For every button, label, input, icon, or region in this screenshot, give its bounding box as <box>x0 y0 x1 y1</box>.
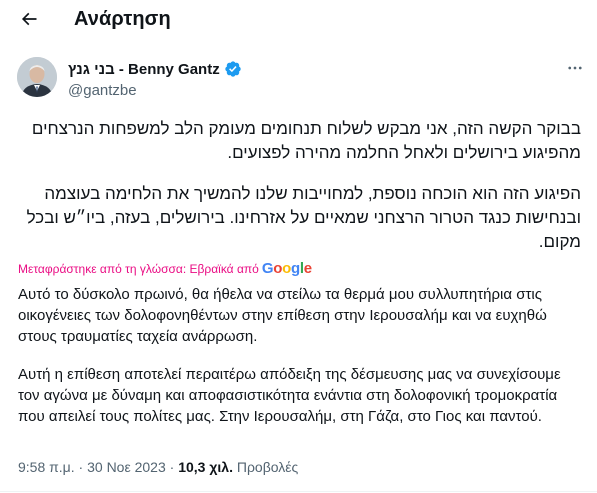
tweet-original-paragraph-1: בבוקר הקשה הזה, אני מבקש לשלוח תנחומים מ… <box>31 119 581 162</box>
meta-separator: · <box>74 459 88 475</box>
translation-notice[interactable]: Μεταφράστηκε από τη γλώσσα: Εβραϊκά από … <box>18 260 312 277</box>
author-handle[interactable]: @gantzbe <box>68 82 137 99</box>
back-button[interactable] <box>12 4 46 38</box>
avatar[interactable] <box>17 57 57 97</box>
tweet-original-paragraph-2: הפיגוע הזה הוא הוכחה נוספת, למחוייבות של… <box>26 184 581 251</box>
author-name[interactable]: בני גנץ - Benny Gantz <box>68 61 220 78</box>
verified-badge-icon[interactable] <box>224 60 242 78</box>
more-options-button[interactable] <box>560 55 590 85</box>
tweet-date[interactable]: 30 Νοε 2023 <box>87 459 166 475</box>
tweet-translation-paragraph-1: Αυτό το δύσκολο πρωινό, θα ήθελα να στεί… <box>18 286 547 345</box>
tweet-time[interactable]: 9:58 π.μ. <box>18 459 75 475</box>
more-horizontal-icon <box>566 59 584 82</box>
google-logo: Google <box>261 260 312 277</box>
author-name-row[interactable]: בני גנץ - Benny Gantz <box>68 60 242 78</box>
tweet-meta: 9:58 π.μ. · 30 Νοε 2023 · 10,3 χιλ. Προβ… <box>18 459 298 475</box>
views-label: Προβολές <box>236 459 299 475</box>
page-header: Ανάρτηση <box>0 0 597 42</box>
views-count: 10,3 χιλ. <box>178 459 233 475</box>
divider <box>0 491 597 492</box>
arrow-left-icon <box>19 9 39 34</box>
meta-separator: · <box>165 459 179 475</box>
translation-notice-text: Μεταφράστηκε από τη γλώσσα: Εβραϊκά από <box>18 261 259 276</box>
page-title: Ανάρτηση <box>74 8 171 30</box>
tweet-translation-paragraph-2: Αυτή η επίθεση αποτελεί περαιτέρω απόδει… <box>18 366 561 425</box>
